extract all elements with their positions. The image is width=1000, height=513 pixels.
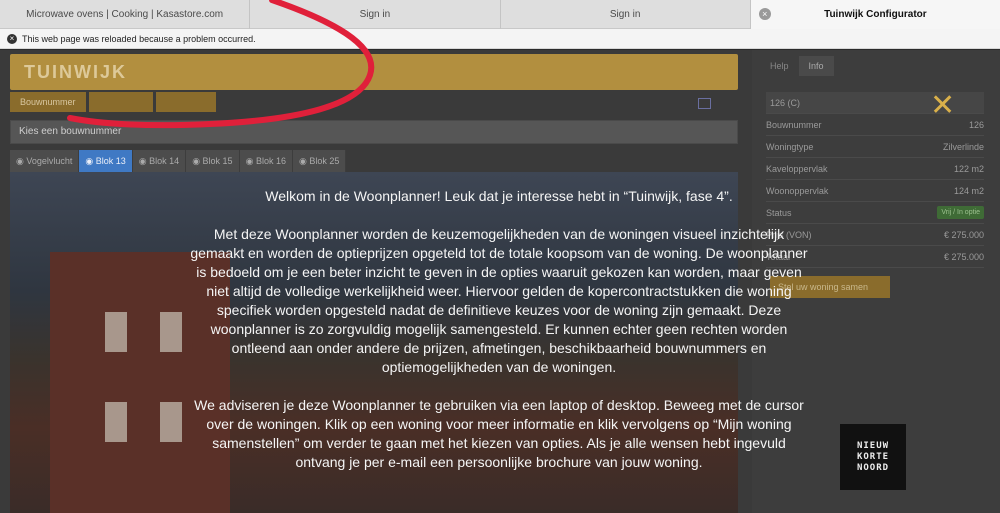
usage-paragraph: We adviseren je deze Woonplanner te gebr… [194, 397, 804, 470]
house-window [105, 312, 127, 352]
house-window [105, 402, 127, 442]
tab-close-icon[interactable]: × [758, 8, 771, 20]
house-window [160, 402, 182, 442]
tab-blok-25[interactable]: ◉ Blok 25 [292, 150, 347, 172]
breadcrumb: Bouwnummer [10, 92, 216, 112]
tab-blok-14[interactable]: ◉ Blok 14 [132, 150, 187, 172]
eye-icon: ◉ [16, 156, 27, 166]
close-x-icon[interactable]: ✕ [930, 91, 955, 121]
nieuw-korte-noord-logo: NIEUW KORTE NOORD [840, 424, 906, 490]
eye-icon: ◉ [85, 156, 96, 166]
eye-icon: ◉ [298, 156, 310, 166]
tab-tuinwijk-configurator[interactable]: × Tuinwijk Configurator [750, 0, 1000, 29]
breadcrumb-bouwnummer[interactable]: Bouwnummer [10, 92, 86, 112]
tab-sign-in-2[interactable]: Sign in [501, 0, 751, 29]
eye-icon: ◉ [192, 156, 203, 166]
welcome-heading: Welkom in de Woonplanner! Leuk dat je in… [265, 188, 733, 204]
tab-vogelvlucht[interactable]: ◉ Vogelvlucht [10, 150, 80, 172]
block-tabs: ◉ Vogelvlucht ◉ Blok 13 ◉ Blok 14 ◉ Blok… [10, 150, 347, 172]
reload-infobar: × This web page was reloaded because a p… [0, 29, 1000, 49]
browser-tab-bar: Microwave ovens | Cooking | Kasastore.co… [0, 0, 1000, 29]
external-link-icon[interactable] [698, 98, 711, 109]
breadcrumb-step-3[interactable] [155, 92, 216, 112]
tab-sign-in-1[interactable]: Sign in [250, 0, 501, 29]
tab-blok-16[interactable]: ◉ Blok 16 [239, 150, 293, 172]
eye-icon: ◉ [245, 156, 256, 166]
table-row: Kaveloppervlak 122 m2 [766, 158, 984, 180]
info-panel-tabs: Help Info [760, 56, 834, 76]
table-row: Woningtype Zilverlinde [766, 136, 984, 158]
disclaimer-paragraph: Met deze Woonplanner worden de keuzemoge… [190, 226, 808, 375]
tab-blok-15[interactable]: ◉ Blok 15 [186, 150, 240, 172]
warning-icon: × [7, 33, 17, 44]
tab-blok-13[interactable]: ◉ Blok 13 [79, 150, 133, 172]
tab-kasastore[interactable]: Microwave ovens | Cooking | Kasastore.co… [0, 0, 251, 29]
welcome-modal: Welkom in de Woonplanner! Leuk dat je in… [186, 187, 812, 491]
brand-bar: TUINWIJK [10, 54, 738, 90]
tab-help[interactable]: Help [760, 56, 799, 76]
bouwnummer-chooser-label: Kies een bouwnummer [10, 120, 738, 144]
infobar-message: This web page was reloaded because a pro… [22, 33, 256, 44]
house-window [160, 312, 182, 352]
tab-info[interactable]: Info [798, 56, 834, 76]
tuinwijk-logo: TUINWIJK [24, 62, 127, 82]
eye-icon: ◉ [138, 156, 150, 166]
status-badge: Vrij / In optie [937, 206, 984, 219]
breadcrumb-step-2[interactable] [88, 92, 153, 112]
